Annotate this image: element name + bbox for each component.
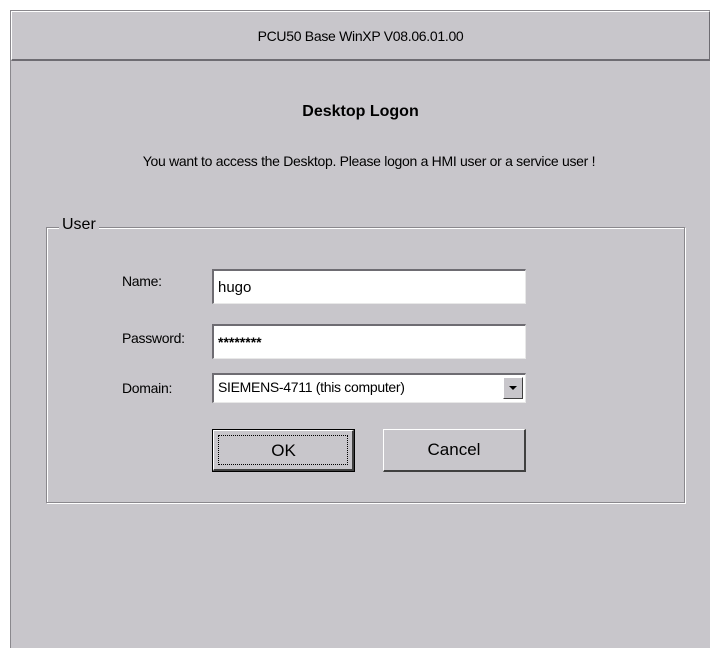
- domain-select[interactable]: SIEMENS-4711 (this computer): [212, 373, 526, 403]
- dialog-heading: Desktop Logon: [302, 103, 419, 120]
- password-input[interactable]: [212, 324, 526, 359]
- title-bar: PCU50 Base WinXP V08.06.01.00: [11, 11, 710, 61]
- domain-label: Domain:: [122, 380, 173, 396]
- window-title: PCU50 Base WinXP V08.06.01.00: [257, 27, 464, 44]
- password-label: Password:: [122, 330, 185, 346]
- name-label: Name:: [122, 273, 162, 289]
- cancel-button-label: Cancel: [427, 440, 481, 459]
- chevron-down-icon: [509, 386, 517, 390]
- domain-dropdown-button[interactable]: [503, 377, 523, 399]
- domain-select-value: SIEMENS-4711 (this computer): [218, 379, 405, 395]
- name-input[interactable]: [212, 269, 526, 304]
- cancel-button[interactable]: Cancel: [383, 429, 526, 472]
- user-group-label: User: [59, 216, 99, 234]
- ok-button[interactable]: OK: [212, 429, 355, 472]
- ok-button-label: OK: [271, 440, 296, 460]
- dialog-message: You want to access the Desktop. Please l…: [142, 153, 596, 169]
- logon-window: PCU50 Base WinXP V08.06.01.00 Desktop Lo…: [10, 10, 710, 648]
